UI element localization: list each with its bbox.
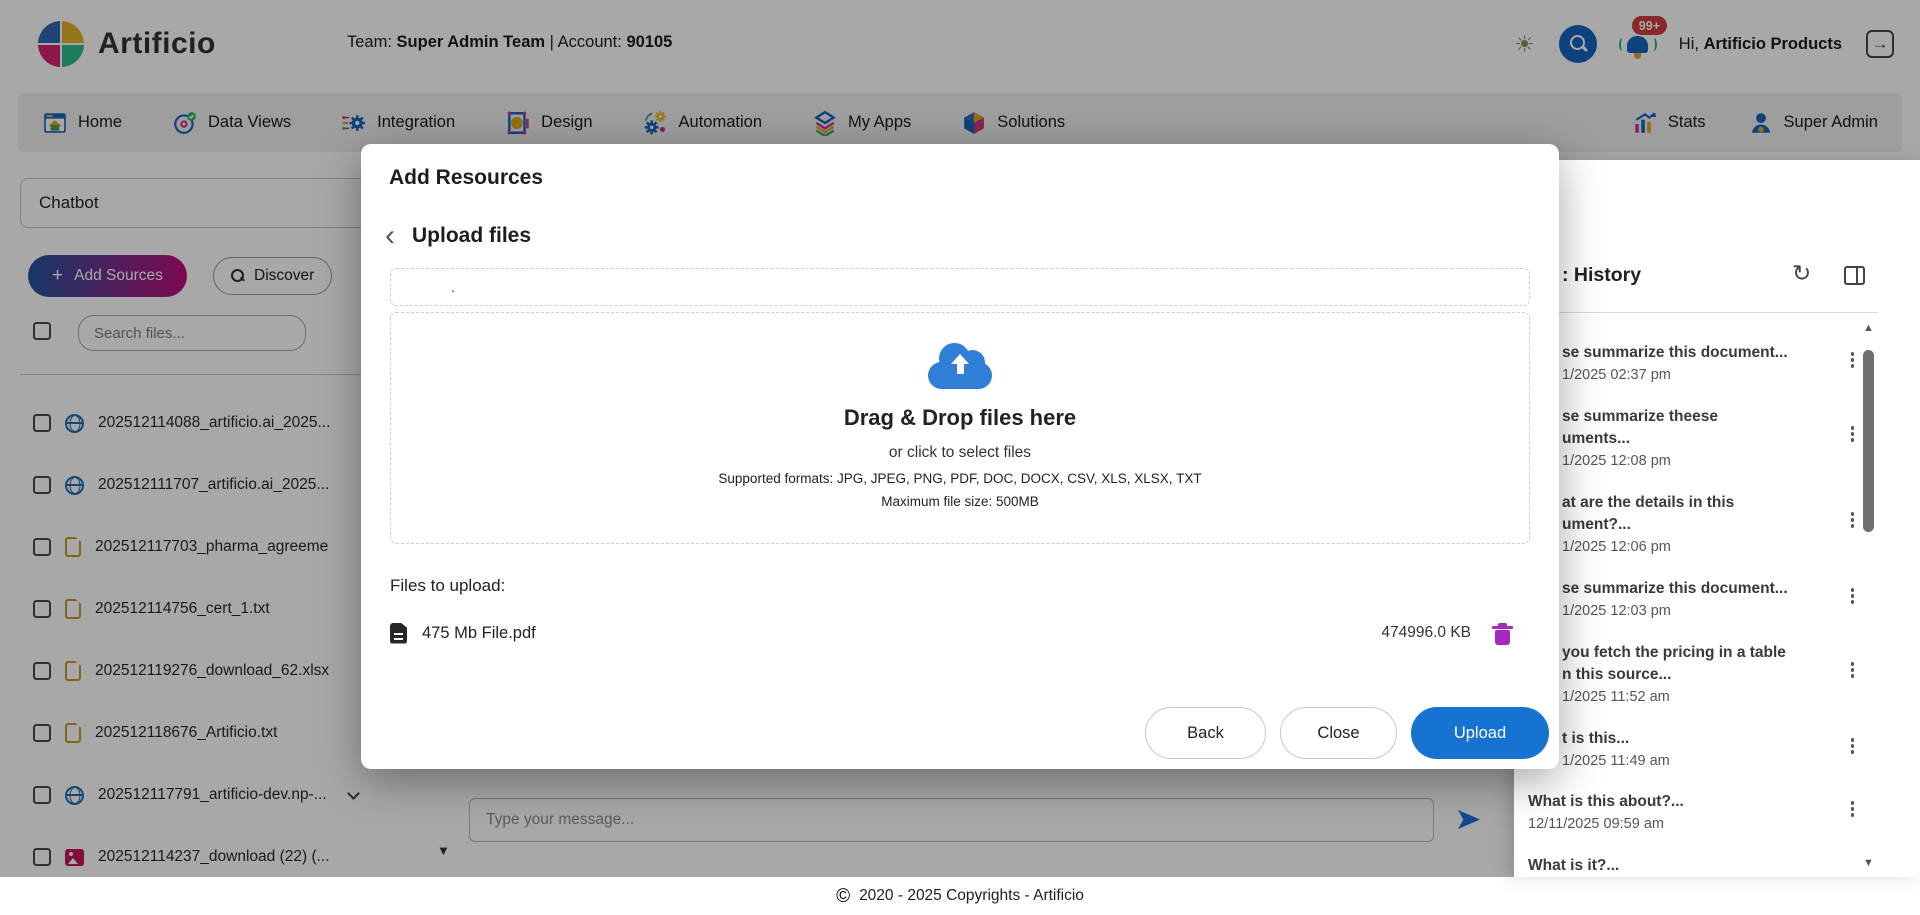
dropzone[interactable]: Drag & Drop files here or click to selec… xyxy=(390,312,1530,544)
history-item-text: at are the details in this ument?... xyxy=(1562,492,1844,536)
history-scrollbar[interactable] xyxy=(1862,322,1875,869)
history-item[interactable]: t is this... 1/2025 11:49 am xyxy=(1514,728,1844,769)
panel-layout-icon[interactable] xyxy=(1844,266,1865,285)
dropzone-max-size: Maximum file size: 500MB xyxy=(881,494,1039,509)
history-item-text: se summarize theese uments... xyxy=(1562,406,1844,450)
files-to-upload-label: Files to upload: xyxy=(390,576,505,596)
cloud-upload-icon xyxy=(928,343,992,389)
history-item-text: se summarize this document... xyxy=(1562,342,1844,364)
history-item-text: What is this about?... xyxy=(1528,791,1844,813)
upload-button[interactable]: Upload xyxy=(1411,707,1549,759)
kebab-menu-icon[interactable] xyxy=(1847,584,1859,608)
history-item[interactable]: se summarize this document... 1/2025 12:… xyxy=(1514,578,1844,619)
history-item[interactable]: at are the details in this ument?... 1/2… xyxy=(1514,492,1844,555)
history-item-time: 1/2025 12:03 pm xyxy=(1562,603,1844,619)
modal-subtitle: Upload files xyxy=(412,224,531,248)
collapsed-row-text: . xyxy=(451,279,455,296)
kebab-menu-icon[interactable] xyxy=(1847,658,1859,682)
history-item[interactable]: se summarize this document... 1/2025 02:… xyxy=(1514,342,1844,383)
kebab-menu-icon[interactable] xyxy=(1847,797,1859,821)
history-item-time: 1/2025 12:06 pm xyxy=(1562,539,1844,555)
history-title: : History xyxy=(1562,264,1641,287)
back-chevron-icon[interactable] xyxy=(381,226,399,246)
chat-history-panel: : History se summarize this document... … xyxy=(1514,160,1920,877)
document-icon xyxy=(390,623,407,644)
close-button[interactable]: Close xyxy=(1280,707,1397,759)
kebab-menu-icon[interactable] xyxy=(1847,422,1859,446)
scroll-down-icon[interactable] xyxy=(1863,857,1874,869)
copyright-text: 2020 - 2025 Copyrights - Artificio xyxy=(859,887,1084,905)
collapsed-upload-row[interactable]: . xyxy=(390,268,1530,306)
modal-title: Add Resources xyxy=(389,166,543,190)
refresh-icon[interactable] xyxy=(1792,260,1811,287)
history-divider xyxy=(1528,312,1878,313)
history-item-text: What is it?... xyxy=(1528,855,1844,877)
history-item[interactable]: you fetch the pricing in a table n this … xyxy=(1514,642,1844,705)
history-item-time: 1/2025 11:49 am xyxy=(1562,753,1844,769)
history-item-text: you fetch the pricing in a table n this … xyxy=(1562,642,1844,686)
dropzone-subheading: or click to select files xyxy=(889,444,1031,462)
upload-file-size: 474996.0 KB xyxy=(1381,624,1471,642)
dropzone-formats: Supported formats: JPG, JPEG, PNG, PDF, … xyxy=(718,471,1201,486)
scrollbar-thumb[interactable] xyxy=(1863,350,1874,532)
copyright-icon: © xyxy=(836,887,850,906)
history-item-time: 1/2025 11:52 am xyxy=(1562,689,1844,705)
kebab-menu-icon[interactable] xyxy=(1847,508,1859,532)
history-item-text: se summarize this document... xyxy=(1562,578,1844,600)
history-item-time: 12/11/2025 09:59 am xyxy=(1528,816,1844,832)
upload-file-name: 475 Mb File.pdf xyxy=(422,624,536,643)
history-item[interactable]: What is it?... xyxy=(1514,855,1844,877)
history-item[interactable]: What is this about?... 12/11/2025 09:59 … xyxy=(1514,791,1844,832)
history-item-text: t is this... xyxy=(1562,728,1844,750)
history-item[interactable]: se summarize theese uments... 1/2025 12:… xyxy=(1514,406,1844,469)
add-resources-modal: Add Resources Upload files . Drag & Drop… xyxy=(361,144,1559,769)
delete-file-trash-icon[interactable] xyxy=(1495,630,1510,645)
scroll-up-icon[interactable] xyxy=(1863,322,1874,334)
upload-file-row: 475 Mb File.pdf 474996.0 KB xyxy=(390,612,1530,654)
kebab-menu-icon[interactable] xyxy=(1847,734,1859,758)
history-item-time: 1/2025 12:08 pm xyxy=(1562,453,1844,469)
dropzone-heading: Drag & Drop files here xyxy=(844,405,1076,431)
history-item-time: 1/2025 02:37 pm xyxy=(1562,367,1844,383)
back-button[interactable]: Back xyxy=(1145,707,1266,759)
footer: © 2020 - 2025 Copyrights - Artificio xyxy=(0,877,1920,915)
kebab-menu-icon[interactable] xyxy=(1847,348,1859,372)
